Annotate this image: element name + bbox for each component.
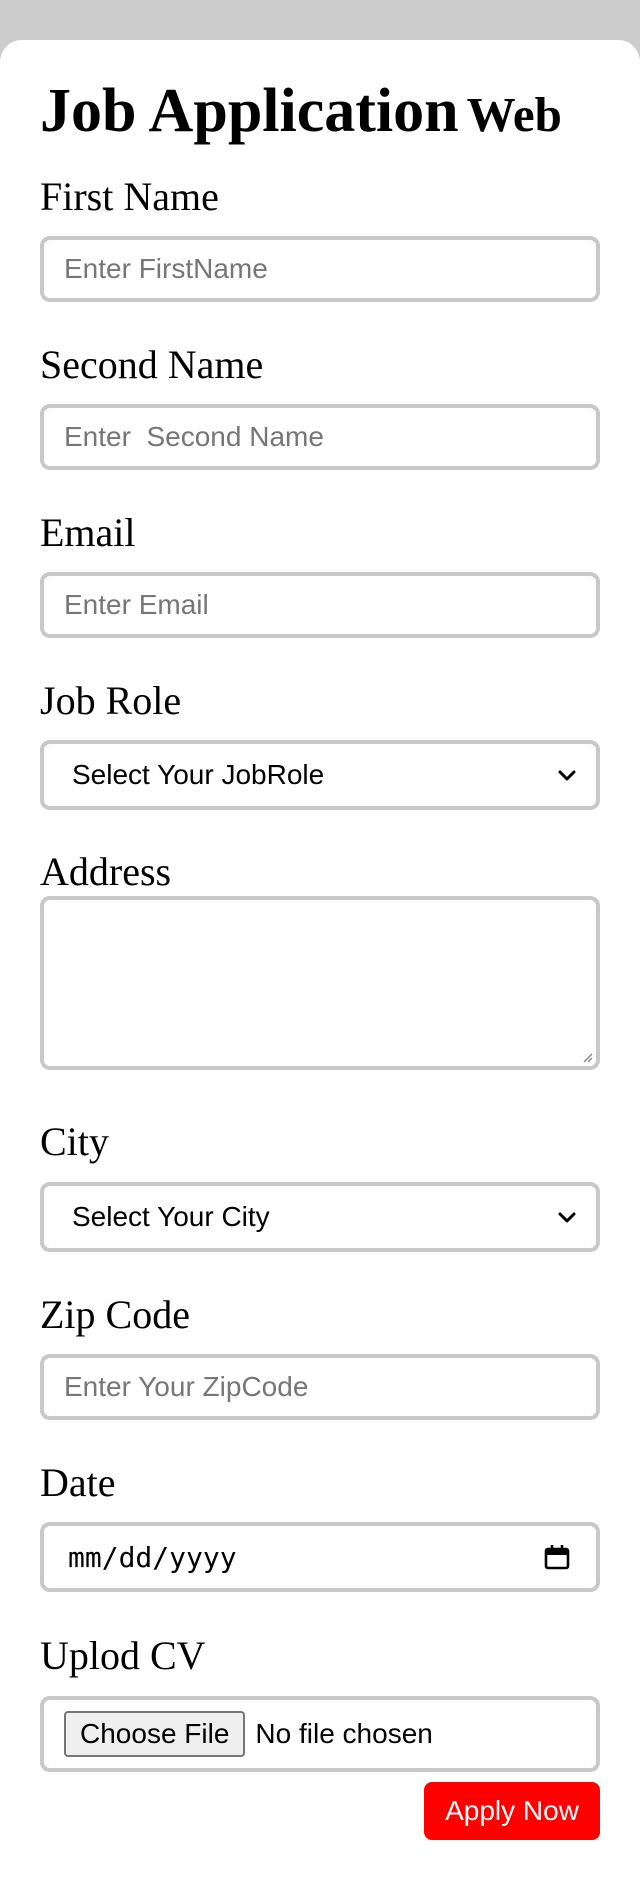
file-status: No file chosen	[255, 1718, 433, 1749]
title-main: Job Application	[40, 77, 459, 145]
choose-file-button[interactable]: Choose File	[64, 1711, 246, 1757]
date-label: Date	[40, 1460, 116, 1505]
page-title: Job Application Web	[40, 80, 620, 142]
date-input[interactable]: mm/dd/yyyy	[40, 1522, 600, 1592]
address-textarea[interactable]	[40, 896, 600, 1070]
resize-grip-icon[interactable]	[581, 1051, 593, 1063]
second-name-input[interactable]	[40, 404, 600, 470]
job-role-selected: Select Your JobRole	[72, 759, 325, 790]
city-select[interactable]: Select Your City	[40, 1182, 600, 1252]
first-name-label: First Name	[40, 174, 219, 219]
chevron-down-icon	[558, 770, 576, 781]
email-label: Email	[40, 510, 136, 555]
upload-cv-label: Uplod CV	[40, 1633, 206, 1678]
chevron-down-icon	[558, 1212, 576, 1223]
job-role-label: Job Role	[40, 678, 182, 723]
job-role-select[interactable]: Select Your JobRole	[40, 740, 600, 810]
city-label: City	[40, 1119, 109, 1164]
second-name-label: Second Name	[40, 342, 264, 387]
cv-file-input[interactable]: Choose File No file chosen	[40, 1696, 600, 1772]
city-selected: Select Your City	[72, 1201, 270, 1232]
title-suffix: Web	[466, 87, 562, 142]
zip-code-label: Zip Code	[40, 1292, 190, 1337]
date-placeholder: mm/dd/yyyy	[68, 1540, 237, 1574]
first-name-input[interactable]	[40, 236, 600, 302]
email-input[interactable]	[40, 572, 600, 638]
zip-code-input[interactable]	[40, 1354, 600, 1420]
apply-now-button[interactable]: Apply Now	[424, 1782, 600, 1840]
address-label: Address	[40, 849, 172, 894]
calendar-icon[interactable]	[542, 1542, 572, 1572]
